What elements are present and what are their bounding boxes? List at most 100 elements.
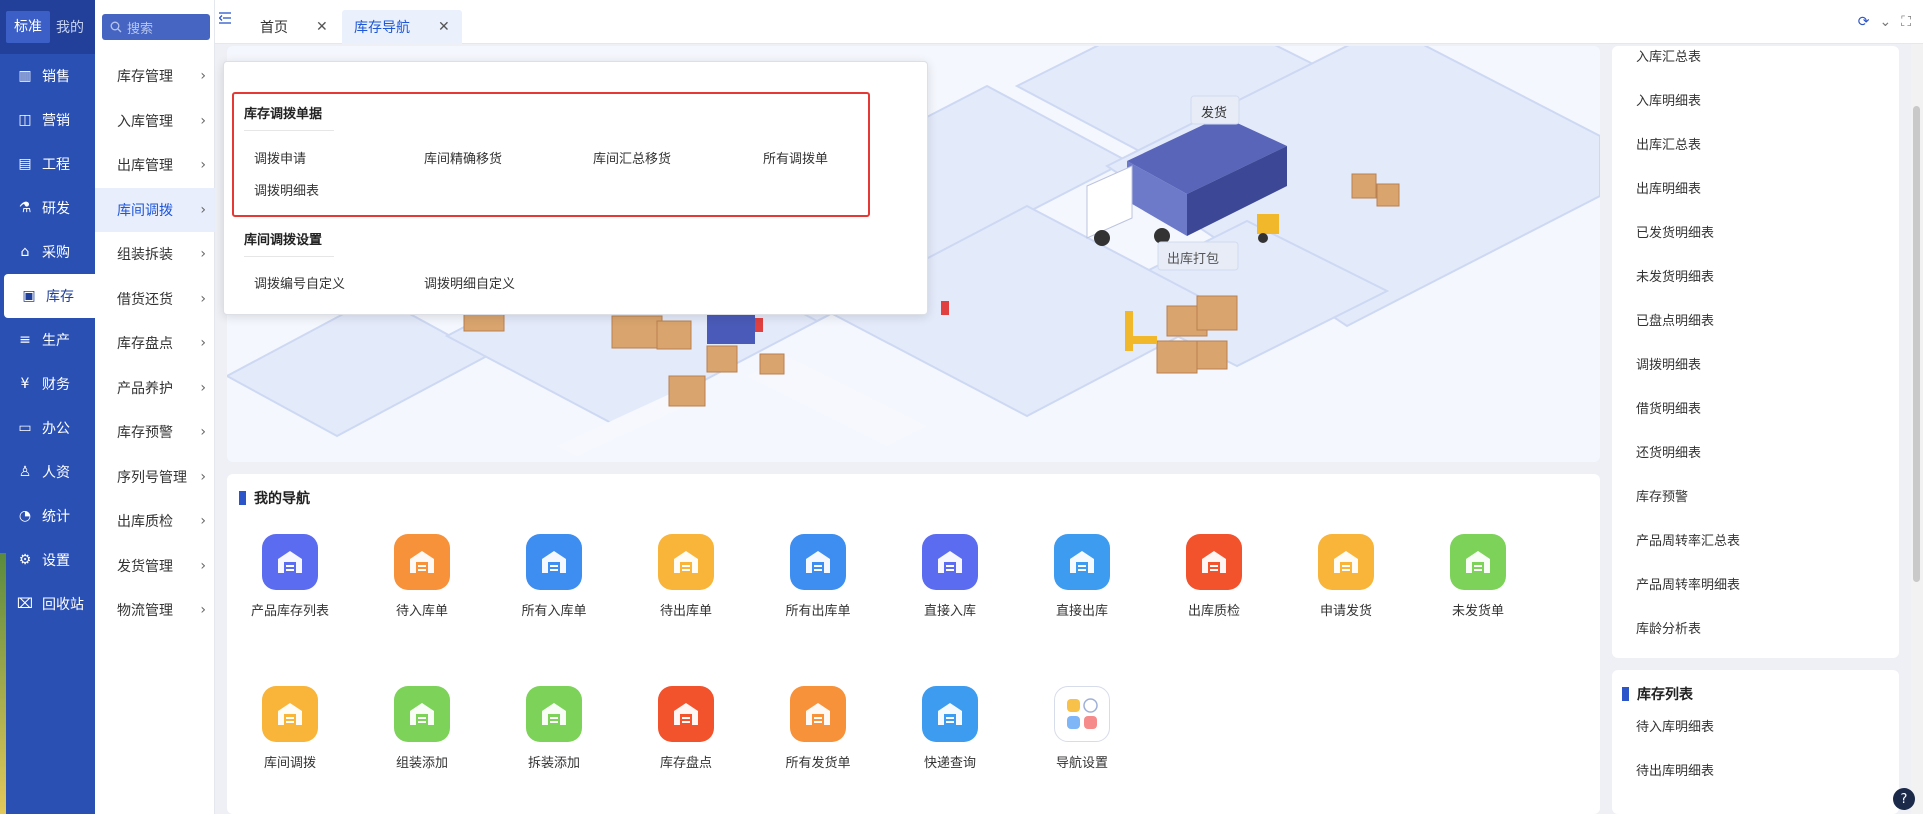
menu-item-precise-move[interactable]: 库间精确移货	[424, 148, 502, 167]
sidebar-item-10[interactable]: ◔ 统计	[0, 494, 95, 538]
chevron-right-icon: ›	[200, 246, 206, 263]
basket-icon: ⌂	[20, 244, 30, 260]
quick-nav-item[interactable]: 导航设置	[1027, 686, 1137, 771]
my-navigation-panel: 我的导航 产品库存列表 待入库单 所有入库单 待出库单 所有出库单 直接入库 直接出库 出库质…	[227, 474, 1600, 814]
report-item[interactable]: 出库汇总表	[1636, 134, 1701, 153]
scrollbar-thumb[interactable]	[1913, 106, 1920, 582]
report-item[interactable]: 产品周转率汇总表	[1636, 530, 1740, 549]
gear-icon: ⚙	[18, 552, 32, 568]
quick-nav-item[interactable]: 直接入库	[895, 534, 1005, 619]
secondary-item-label: 发货管理	[117, 558, 173, 575]
menu-item-detail-custom[interactable]: 调拨明细自定义	[424, 273, 515, 292]
secondary-item-label: 出库管理	[117, 158, 173, 175]
quick-nav-item[interactable]: 所有入库单	[499, 534, 609, 619]
sidebar-item-2[interactable]: ▤ 工程	[0, 142, 95, 186]
secondary-item-11[interactable]: 发货管理 ›	[95, 544, 215, 589]
sidebar-item-1[interactable]: ◫ 营销	[0, 98, 95, 142]
menu-item-transfer-details[interactable]: 调拨明细表	[254, 180, 319, 199]
sidebar-item-11[interactable]: ⚙ 设置	[0, 538, 95, 582]
collapse-menu-icon[interactable]	[218, 12, 231, 28]
sidebar-list: ▥ 销售 ◫ 营销 ▤ 工程 ⚗ 研发 ⌂ 采购 ▣ 库存 ≡ 生产 ¥ 财务 ▭ 办公 ♙ 人资 ◔ 统计 ⚙ 设置 ⌧ 回收站	[0, 54, 95, 626]
secondary-item-12[interactable]: 物流管理 ›	[95, 588, 215, 633]
quick-nav-item[interactable]: 未发货单	[1423, 534, 1533, 619]
close-icon[interactable]: ✕	[438, 19, 450, 35]
quick-nav-item[interactable]: 所有出库单	[763, 534, 873, 619]
quick-nav-item[interactable]: 库存盘点	[631, 686, 741, 771]
quick-nav-label: 库存盘点	[659, 756, 712, 771]
report-item[interactable]: 未发货明细表	[1636, 266, 1714, 285]
secondary-item-4[interactable]: 组装拆装 ›	[95, 232, 215, 277]
menu-item-all-transfers[interactable]: 所有调拨单	[763, 148, 828, 167]
quick-nav-item[interactable]: 拆装添加	[499, 686, 609, 771]
quick-nav-item[interactable]: 组装添加	[367, 686, 477, 771]
menu-item-number-custom[interactable]: 调拨编号自定义	[254, 273, 345, 292]
secondary-item-3[interactable]: 库间调拨 ›	[95, 187, 215, 232]
secondary-item-10[interactable]: 出库质检 ›	[95, 499, 215, 544]
quick-nav-item[interactable]: 申请发货	[1291, 534, 1401, 619]
report-item[interactable]: 产品周转率明细表	[1636, 574, 1740, 593]
quick-nav-item[interactable]: 出库质检	[1159, 534, 1269, 619]
secondary-item-5[interactable]: 借货还货 ›	[95, 277, 215, 322]
report-item[interactable]: 库存预警	[1636, 486, 1688, 505]
secondary-item-2[interactable]: 出库管理 ›	[95, 143, 215, 188]
quick-nav-item[interactable]: 库间调拨	[235, 686, 345, 771]
report-item[interactable]: 调拨明细表	[1636, 354, 1701, 373]
report-item[interactable]: 借货明细表	[1636, 398, 1701, 417]
quick-nav-item[interactable]: 直接出库	[1027, 534, 1137, 619]
sidebar-item-label: 采购	[42, 245, 70, 261]
secondary-item-7[interactable]: 产品养护 ›	[95, 366, 215, 411]
refresh-icon[interactable]: ⟳	[1858, 14, 1870, 30]
report-item[interactable]: 已发货明细表	[1636, 222, 1714, 241]
stock-list-item[interactable]: 待入库明细表	[1636, 716, 1714, 735]
quick-nav-item[interactable]: 所有发货单	[763, 686, 873, 771]
help-button[interactable]: ?	[1893, 788, 1915, 810]
my-navigation-title: 我的导航	[239, 488, 310, 508]
sidebar-item-6[interactable]: ≡ 生产	[0, 318, 95, 362]
secondary-item-label: 库存预警	[117, 425, 173, 442]
report-item[interactable]: 入库汇总表	[1636, 46, 1701, 65]
report-item[interactable]: 出库明细表	[1636, 178, 1701, 197]
search-input[interactable]: 搜索	[102, 14, 210, 40]
sidebar-item-12[interactable]: ⌧ 回收站	[0, 582, 95, 626]
sidebar-item-8[interactable]: ▭ 办公	[0, 406, 95, 450]
tab-mine[interactable]: 我的	[50, 17, 90, 37]
sidebar-item-0[interactable]: ▥ 销售	[0, 54, 95, 98]
ship-order-icon	[790, 686, 846, 742]
report-item[interactable]: 已盘点明细表	[1636, 310, 1714, 329]
quick-nav-item[interactable]: 待出库单	[631, 534, 741, 619]
menu-item-transfer-request[interactable]: 调拨申请	[254, 148, 306, 167]
report-item[interactable]: 入库明细表	[1636, 90, 1701, 109]
desktop-edge-strip	[0, 553, 6, 814]
sidebar-item-label: 研发	[42, 201, 70, 217]
tab-standard[interactable]: 标准	[6, 11, 50, 43]
secondary-item-1[interactable]: 入库管理 ›	[95, 99, 215, 144]
secondary-item-label: 物流管理	[117, 603, 173, 620]
quick-nav-item[interactable]: 快递查询	[895, 686, 1005, 771]
sidebar-item-9[interactable]: ♙ 人资	[0, 450, 95, 494]
tab-inventory-nav[interactable]: 库存导航 ✕	[342, 10, 462, 44]
quick-nav-label: 申请发货	[1319, 604, 1372, 619]
quick-nav-label: 拆装添加	[527, 756, 580, 771]
page-scrollbar[interactable]	[1911, 44, 1923, 814]
sidebar-item-4[interactable]: ⌂ 采购	[0, 230, 95, 274]
sidebar-item-3[interactable]: ⚗ 研发	[0, 186, 95, 230]
stock-list-item[interactable]: 待出库明细表	[1636, 760, 1714, 779]
chevron-down-icon[interactable]: ⌄	[1879, 14, 1891, 30]
menu-item-summary-move[interactable]: 库间汇总移货	[593, 148, 671, 167]
secondary-item-9[interactable]: 序列号管理 ›	[95, 455, 215, 500]
tab-home[interactable]: 首页 ✕	[248, 10, 340, 44]
apply-ship-icon	[1318, 534, 1374, 590]
tab-inventory-nav-label: 库存导航	[354, 20, 410, 36]
briefcase-icon: ▭	[18, 420, 32, 436]
quick-nav-item[interactable]: 待入库单	[367, 534, 477, 619]
secondary-item-8[interactable]: 库存预警 ›	[95, 410, 215, 455]
close-icon[interactable]: ✕	[316, 19, 328, 35]
fullscreen-icon[interactable]: ⛶	[1901, 14, 1911, 30]
report-item[interactable]: 库龄分析表	[1636, 618, 1701, 637]
secondary-item-6[interactable]: 库存盘点 ›	[95, 321, 215, 366]
quick-nav-item[interactable]: 产品库存列表	[235, 534, 345, 619]
sidebar-item-5[interactable]: ▣ 库存	[4, 274, 95, 318]
secondary-item-0[interactable]: 库存管理 ›	[95, 54, 215, 99]
sidebar-item-7[interactable]: ¥ 财务	[0, 362, 95, 406]
report-item[interactable]: 还货明细表	[1636, 442, 1701, 461]
